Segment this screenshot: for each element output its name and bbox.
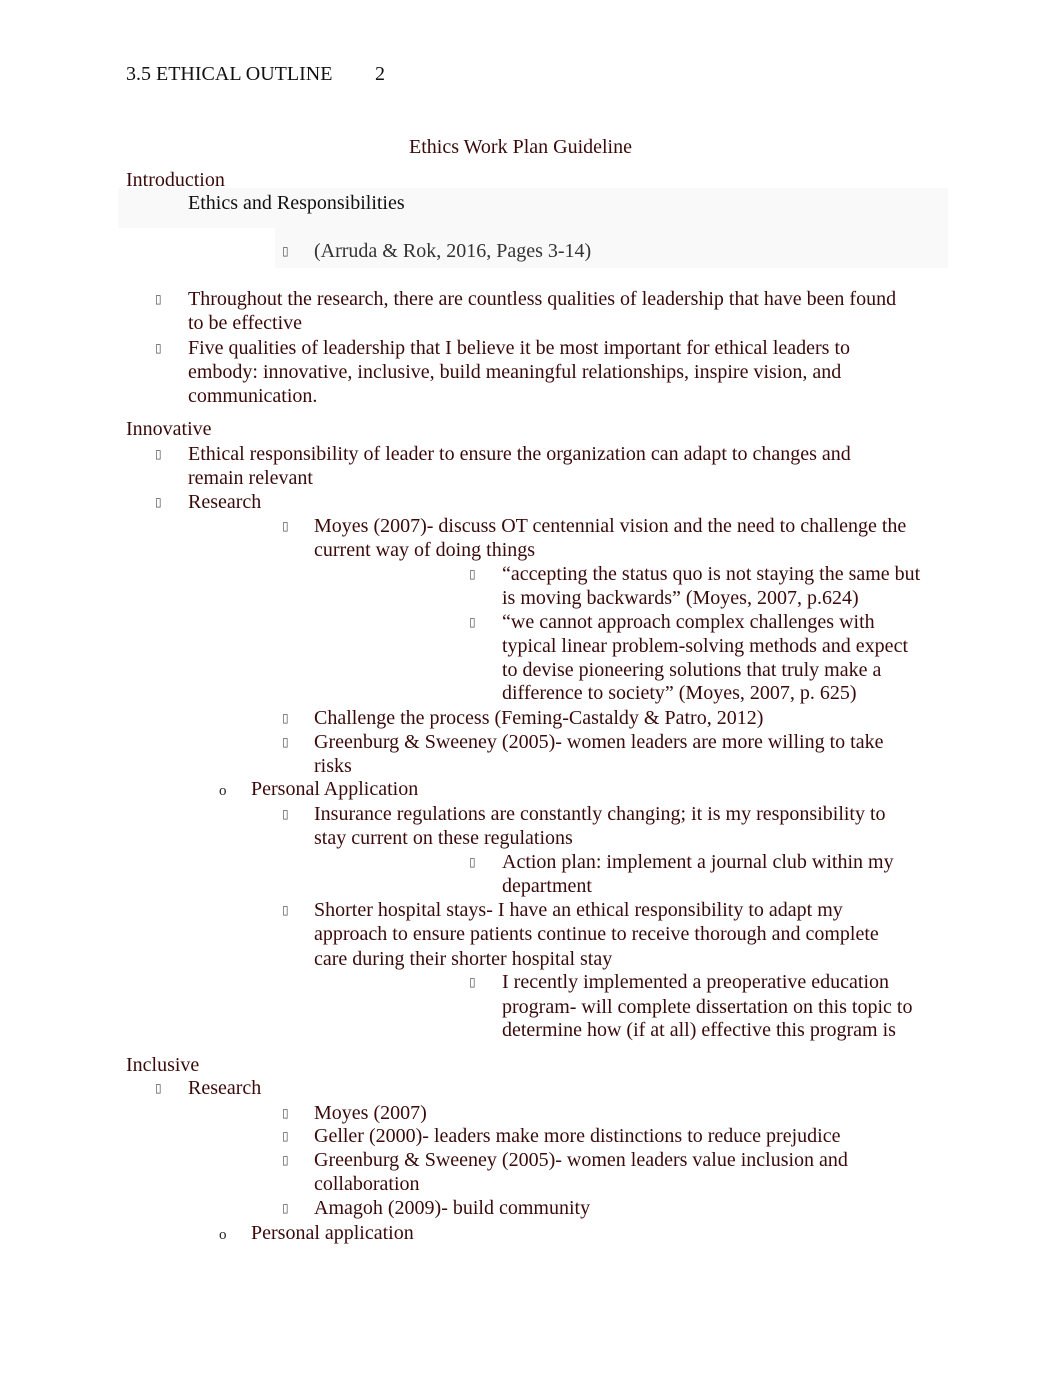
- greenburg-item-cont: risks: [314, 755, 352, 777]
- inclusive-item: Geller (2000)- leaders make more distinc…: [314, 1125, 841, 1147]
- square-bullet-icon: ▯: [155, 447, 162, 461]
- preop-item-cont: determine how (if at all) effective this…: [502, 1019, 896, 1041]
- quote-1: “accepting the status quo is not staying…: [502, 563, 921, 585]
- quote-2: “we cannot approach complex challenges w…: [502, 611, 875, 633]
- square-bullet-icon: ▯: [282, 903, 289, 917]
- square-bullet-icon: ▯: [282, 1106, 289, 1120]
- square-bullet-icon: ▯: [469, 975, 476, 989]
- inclusive-item: Amagoh (2009)- build community: [314, 1197, 591, 1219]
- square-bullet-icon: ▯: [282, 1129, 289, 1143]
- intro-bullet-2-cont: embody: innovative, inclusive, build mea…: [188, 361, 842, 383]
- challenge-item: Challenge the process (Feming-Castaldy &…: [314, 707, 764, 729]
- personal-application-label: Personal Application: [251, 778, 419, 800]
- intro-bullet-1-cont: to be effective: [188, 312, 303, 334]
- innovative-bullet-1: Ethical responsibility of leader to ensu…: [188, 443, 851, 465]
- square-bullet-icon: ▯: [155, 341, 162, 355]
- square-bullet-icon: ▯: [282, 244, 289, 258]
- intro-bullet-2: Five qualities of leadership that I beli…: [188, 337, 851, 359]
- preop-item: I recently implemented a preoperative ed…: [502, 971, 890, 993]
- section-heading-introduction: Introduction: [126, 169, 225, 191]
- square-bullet-icon: ▯: [155, 292, 162, 306]
- square-bullet-icon: ▯: [469, 615, 476, 629]
- innovative-research-label: Research: [188, 491, 262, 513]
- section-heading-innovative: Innovative: [126, 418, 212, 440]
- page-number: 2: [375, 63, 385, 85]
- subheading-ethics: Ethics and Responsibilities: [188, 192, 405, 214]
- inclusive-research-label: Research: [188, 1077, 262, 1099]
- inclusive-item-cont: collaboration: [314, 1173, 420, 1195]
- quote-1-cont: is moving backwards” (Moyes, 2007, p.624…: [502, 587, 859, 609]
- square-bullet-icon: ▯: [282, 1153, 289, 1167]
- inclusive-item: Greenburg & Sweeney (2005)- women leader…: [314, 1149, 848, 1171]
- square-bullet-icon: ▯: [155, 495, 162, 509]
- document-title: Ethics Work Plan Guideline: [409, 136, 632, 158]
- citation: (Arruda & Rok, 2016, Pages 3-14): [314, 240, 592, 262]
- quote-2-cont: typical linear problem-solving methods a…: [502, 635, 908, 657]
- quote-2-cont: difference to society” (Moyes, 2007, p. …: [502, 682, 857, 704]
- square-bullet-icon: ▯: [282, 735, 289, 749]
- shorter-stays-item: Shorter hospital stays- I have an ethica…: [314, 899, 843, 921]
- inclusive-item: Moyes (2007): [314, 1102, 427, 1124]
- moyes-item: Moyes (2007)- discuss OT centennial visi…: [314, 515, 907, 537]
- intro-bullet-2-cont: communication.: [188, 385, 318, 407]
- square-bullet-icon: ▯: [469, 567, 476, 581]
- preop-item-cont: program- will complete dissertation on t…: [502, 996, 913, 1018]
- greenburg-item: Greenburg & Sweeney (2005)- women leader…: [314, 731, 884, 753]
- square-bullet-icon: ▯: [282, 1201, 289, 1215]
- intro-bullet-1: Throughout the research, there are count…: [188, 288, 897, 310]
- insurance-item: Insurance regulations are constantly cha…: [314, 803, 886, 825]
- section-heading-inclusive: Inclusive: [126, 1054, 200, 1076]
- innovative-bullet-1-cont: remain relevant: [188, 467, 313, 489]
- insurance-item-cont: stay current on these regulations: [314, 827, 573, 849]
- quote-2-cont: to devise pioneering solutions that trul…: [502, 659, 882, 681]
- square-bullet-icon: ▯: [469, 855, 476, 869]
- square-bullet-icon: ▯: [282, 519, 289, 533]
- action-plan-item: Action plan: implement a journal club wi…: [502, 851, 894, 873]
- shorter-stays-item-cont: approach to ensure patients continue to …: [314, 923, 879, 945]
- square-bullet-icon: ▯: [282, 807, 289, 821]
- running-head: 3.5 ETHICAL OUTLINE: [126, 63, 333, 85]
- circle-bullet-icon: o: [219, 1227, 227, 1243]
- inclusive-personal-application-label: Personal application: [251, 1222, 414, 1244]
- circle-bullet-icon: o: [219, 783, 227, 799]
- action-plan-item-cont: department: [502, 875, 592, 897]
- square-bullet-icon: ▯: [282, 711, 289, 725]
- square-bullet-icon: ▯: [155, 1081, 162, 1095]
- moyes-item-cont: current way of doing things: [314, 539, 536, 561]
- shorter-stays-item-cont: care during their shorter hospital stay: [314, 948, 613, 970]
